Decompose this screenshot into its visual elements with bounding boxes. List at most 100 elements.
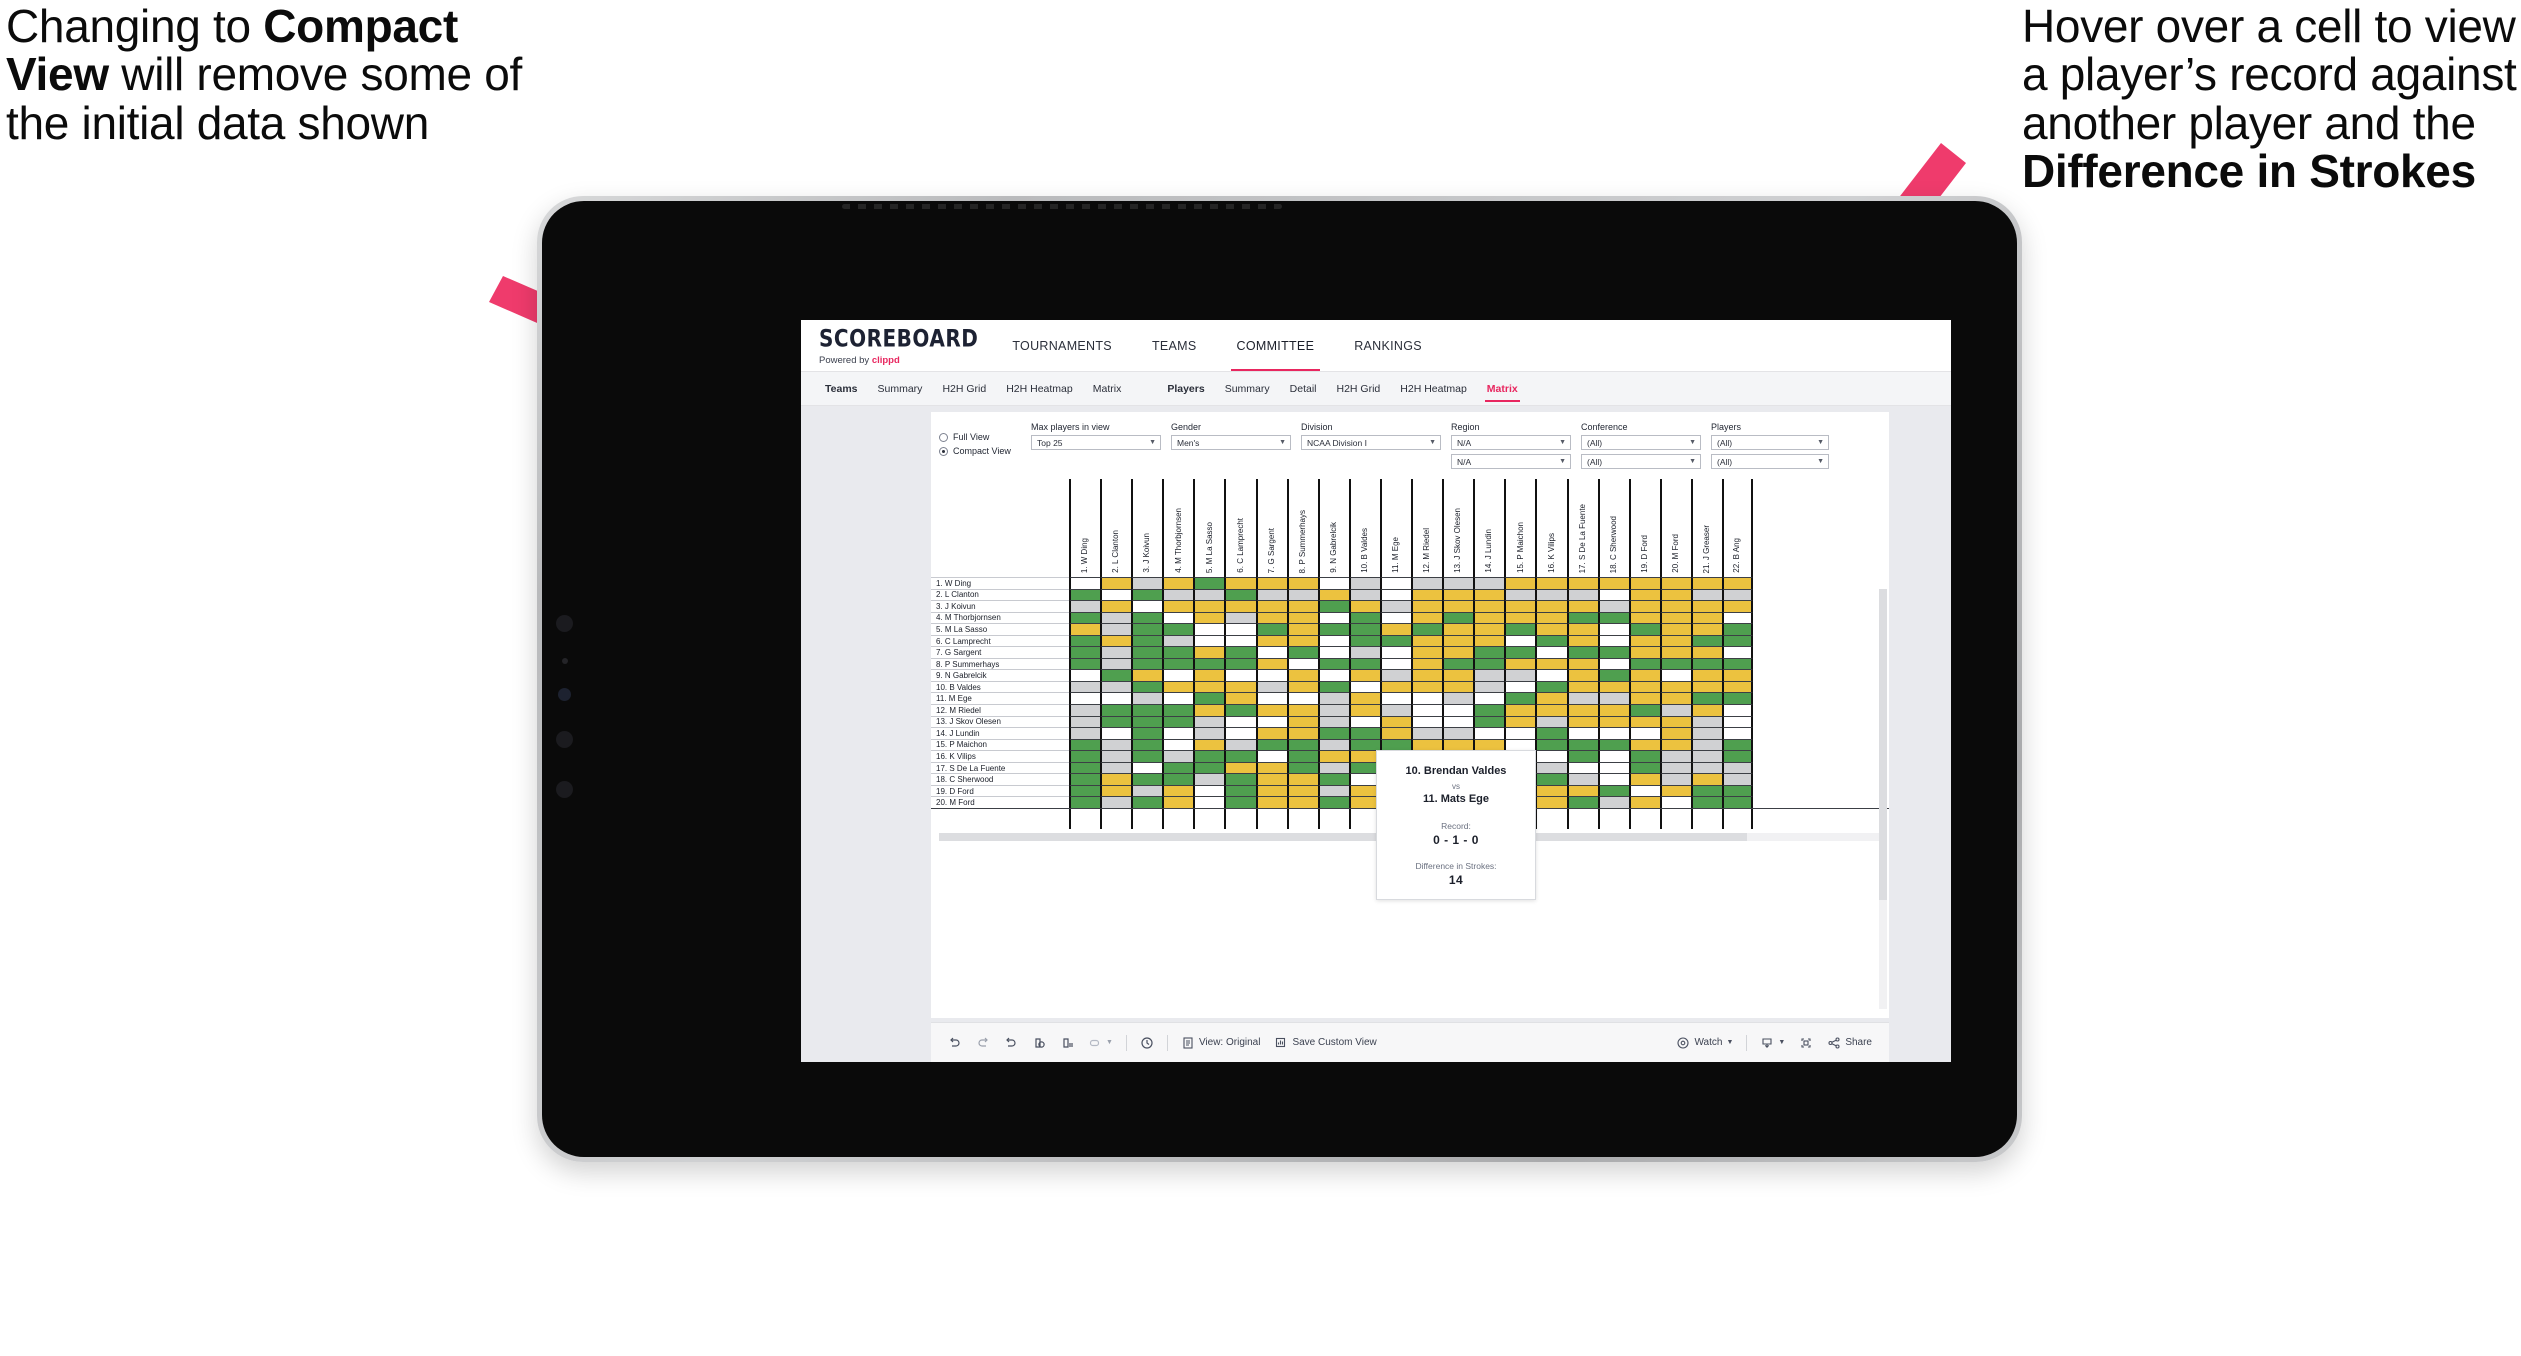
matrix-cell[interactable] <box>1659 727 1691 739</box>
matrix-cell[interactable] <box>1348 727 1380 739</box>
subnav-teams-h2h-grid[interactable]: H2H Grid <box>932 372 996 406</box>
matrix-cell[interactable] <box>1473 588 1505 601</box>
matrix-cell[interactable] <box>1069 600 1101 612</box>
matrix-cell[interactable] <box>1162 657 1194 670</box>
matrix-cell[interactable] <box>1535 704 1567 716</box>
matrix-cell[interactable] <box>1131 646 1163 658</box>
matrix-cell[interactable] <box>1628 761 1660 774</box>
matrix-cell[interactable] <box>1690 727 1722 739</box>
matrix-cell[interactable] <box>1535 738 1567 751</box>
matrix-cell[interactable] <box>1162 761 1194 774</box>
matrix-cell[interactable] <box>1100 657 1132 670</box>
matrix-cell[interactable] <box>1535 692 1567 705</box>
matrix-cell[interactable] <box>1535 669 1567 681</box>
filter-region-select-2[interactable]: N/A ▼ <box>1451 454 1571 469</box>
refresh-data-button[interactable] <box>1025 1036 1053 1050</box>
matrix-cell[interactable] <box>1504 680 1536 693</box>
matrix-cell[interactable] <box>1411 680 1443 693</box>
matrix-cell[interactable] <box>1535 600 1567 612</box>
matrix-cell[interactable] <box>1255 600 1287 612</box>
matrix-cell[interactable] <box>1317 680 1349 693</box>
matrix-cell[interactable] <box>1286 796 1318 808</box>
matrix-cell[interactable] <box>1100 611 1132 624</box>
matrix-cell[interactable] <box>1566 796 1598 808</box>
matrix-cell[interactable] <box>1255 773 1287 785</box>
matrix-cell[interactable] <box>1690 680 1722 693</box>
matrix-cell[interactable] <box>1348 588 1380 601</box>
matrix-cell[interactable] <box>1193 634 1225 647</box>
matrix-cell[interactable] <box>1659 588 1691 601</box>
matrix-cell[interactable] <box>1597 750 1629 762</box>
matrix-cell[interactable] <box>1162 750 1194 762</box>
matrix-cell[interactable] <box>1690 738 1722 751</box>
matrix-cell[interactable] <box>1162 600 1194 612</box>
matrix-cell[interactable] <box>1131 761 1163 774</box>
matrix-cell[interactable] <box>1162 577 1194 589</box>
matrix-cell[interactable] <box>1069 784 1101 797</box>
filter-conference-select[interactable]: (All) ▼ <box>1581 435 1701 450</box>
matrix-cell[interactable] <box>1193 761 1225 774</box>
matrix-cell[interactable] <box>1721 750 1754 762</box>
matrix-cell[interactable] <box>1473 738 1505 751</box>
matrix-cell[interactable] <box>1690 784 1722 797</box>
matrix-cell[interactable] <box>1411 634 1443 647</box>
matrix-cell[interactable] <box>1131 680 1163 693</box>
matrix-cell[interactable] <box>1100 715 1132 728</box>
matrix-cell[interactable] <box>1317 623 1349 635</box>
matrix-cell[interactable] <box>1162 704 1194 716</box>
radio-full-view[interactable]: Full View <box>939 432 1031 442</box>
matrix-cell[interactable] <box>1348 692 1380 705</box>
matrix-cell[interactable] <box>1069 577 1101 589</box>
matrix-cell[interactable] <box>1224 634 1256 647</box>
matrix-cell[interactable] <box>1690 750 1722 762</box>
matrix-cell[interactable] <box>1162 773 1194 785</box>
matrix-cell[interactable] <box>1317 761 1349 774</box>
matrix-cell[interactable] <box>1690 704 1722 716</box>
matrix-cell[interactable] <box>1193 704 1225 716</box>
matrix-cell[interactable] <box>1442 611 1474 624</box>
matrix-cell[interactable] <box>1473 646 1505 658</box>
matrix-cell[interactable] <box>1069 623 1101 635</box>
matrix-cell[interactable] <box>1690 773 1722 785</box>
matrix-cell[interactable] <box>1286 634 1318 647</box>
matrix-cell[interactable] <box>1690 588 1722 601</box>
matrix-cell[interactable] <box>1224 692 1256 705</box>
matrix-cell[interactable] <box>1348 646 1380 658</box>
matrix-cell[interactable] <box>1100 761 1132 774</box>
matrix-cell[interactable] <box>1411 600 1443 612</box>
matrix-cell[interactable] <box>1566 646 1598 658</box>
matrix-cell[interactable] <box>1224 773 1256 785</box>
matrix-cell[interactable] <box>1504 704 1536 716</box>
matrix-cell[interactable] <box>1628 588 1660 601</box>
matrix-cell[interactable] <box>1255 761 1287 774</box>
matrix-cell[interactable] <box>1379 577 1412 589</box>
matrix-cell[interactable] <box>1628 727 1660 739</box>
matrix-cell[interactable] <box>1255 588 1287 601</box>
matrix-cell[interactable] <box>1162 634 1194 647</box>
matrix-cell[interactable] <box>1224 611 1256 624</box>
matrix-cell[interactable] <box>1069 727 1101 739</box>
matrix-cell[interactable] <box>1504 600 1536 612</box>
matrix-cell[interactable] <box>1597 588 1629 601</box>
matrix-cell[interactable] <box>1069 796 1101 808</box>
matrix-cell[interactable] <box>1597 669 1629 681</box>
matrix-cell[interactable] <box>1131 692 1163 705</box>
matrix-cell[interactable] <box>1100 680 1132 693</box>
matrix-cell[interactable] <box>1504 646 1536 658</box>
matrix-cell[interactable] <box>1411 588 1443 601</box>
matrix-cell[interactable] <box>1535 773 1567 785</box>
matrix-cell[interactable] <box>1131 773 1163 785</box>
matrix-cell[interactable] <box>1162 738 1194 751</box>
matrix-cell[interactable] <box>1659 715 1691 728</box>
matrix-cell[interactable] <box>1566 692 1598 705</box>
matrix-cell[interactable] <box>1348 600 1380 612</box>
matrix-cell[interactable] <box>1193 692 1225 705</box>
matrix-cell[interactable] <box>1286 577 1318 589</box>
matrix-cell[interactable] <box>1473 657 1505 670</box>
matrix-cell[interactable] <box>1628 784 1660 797</box>
matrix-cell[interactable] <box>1721 634 1754 647</box>
watch-button[interactable]: Watch ▼ <box>1669 1036 1740 1050</box>
matrix-cell[interactable] <box>1131 600 1163 612</box>
matrix-cell[interactable] <box>1286 600 1318 612</box>
matrix-cell[interactable] <box>1628 796 1660 808</box>
